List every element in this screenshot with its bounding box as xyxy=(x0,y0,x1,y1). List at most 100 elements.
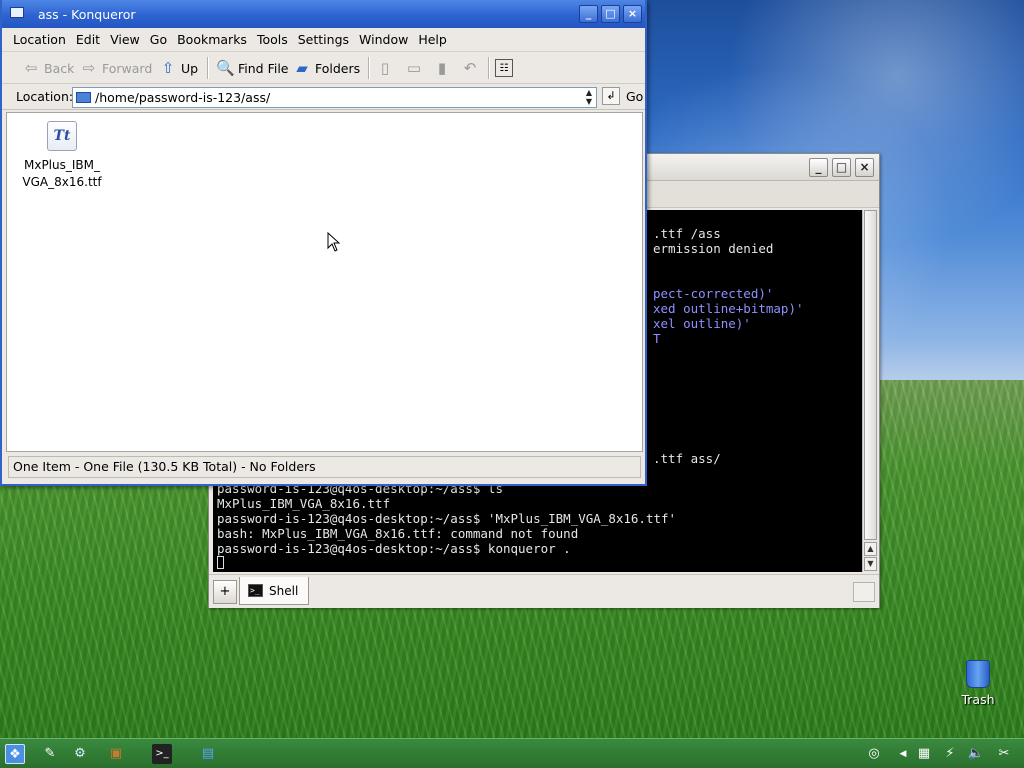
start-menu-icon[interactable]: ❖ xyxy=(5,744,25,764)
network-icon[interactable]: ⚡ xyxy=(940,744,960,764)
terminal-line: bash: MxPlus_IBM_VGA_8x16.ttf: command n… xyxy=(217,526,579,541)
find-file-button[interactable]: 🔍 Find File xyxy=(216,55,289,81)
folders-button[interactable]: ▰ Folders xyxy=(293,55,360,81)
back-label: Back xyxy=(44,60,75,76)
volume-icon[interactable]: 🔈 xyxy=(966,744,986,764)
terminal-line: xed outline+bitmap)' xyxy=(653,301,804,316)
up-label: Up xyxy=(181,60,199,76)
maximize-button[interactable]: □ xyxy=(601,5,620,23)
file-name-line: MxPlus_IBM_ xyxy=(23,158,100,172)
cut-icon: ▯ xyxy=(380,59,390,77)
forward-button[interactable]: ⇨ Forward xyxy=(80,55,153,81)
arrow-up-icon: ⇧ xyxy=(161,59,175,77)
cut-button[interactable]: ▯ xyxy=(376,55,394,81)
back-button[interactable]: ⇦ Back xyxy=(22,55,75,81)
terminal-line: ermission denied xyxy=(653,241,774,256)
menu-settings[interactable]: Settings xyxy=(293,32,354,47)
scrollbar-thumb[interactable] xyxy=(864,210,877,540)
find-file-label: Find File xyxy=(238,60,289,76)
close-button[interactable]: × xyxy=(623,5,642,23)
minimize-button[interactable]: _ xyxy=(809,158,828,177)
desktop-trash[interactable]: Trash xyxy=(954,660,1002,707)
magnifier-icon: 🔍 xyxy=(216,59,235,77)
history-dropdown-icon[interactable]: ▲ ▼ xyxy=(582,88,596,107)
new-tab-button[interactable]: + xyxy=(213,580,237,604)
file-name: MxPlus_IBM_ VGA_8x16.ttf xyxy=(20,157,104,191)
folder-icon xyxy=(76,92,91,103)
file-name-line: VGA_8x16.ttf xyxy=(22,175,102,189)
mouse-cursor-icon xyxy=(327,232,341,252)
menubar: Location Edit View Go Bookmarks Tools Se… xyxy=(2,28,645,52)
file-view[interactable]: Tt MxPlus_IBM_ VGA_8x16.ttf xyxy=(6,112,643,452)
scroll-down-icon[interactable]: ▼ xyxy=(864,557,877,571)
terminal-line: T xyxy=(653,331,661,346)
font-file-icon: Tt xyxy=(47,121,77,151)
menu-tools[interactable]: Tools xyxy=(252,32,293,47)
terminal-line: xel outline)' xyxy=(653,316,751,331)
menu-edit[interactable]: Edit xyxy=(71,32,105,47)
konqueror-titlebar[interactable]: ass - Konqueror _ □ × xyxy=(2,0,645,28)
file-item[interactable]: Tt MxPlus_IBM_ VGA_8x16.ttf xyxy=(17,121,107,191)
folder-icon xyxy=(10,7,24,18)
tray-arrow-icon[interactable]: ◀ xyxy=(893,744,913,764)
up-button[interactable]: ⇧ Up xyxy=(159,55,198,81)
undo-button[interactable]: ↶ xyxy=(461,55,479,81)
location-bar: Location: ▲▼ ↲ Go xyxy=(2,84,645,110)
view-mode-button[interactable]: ☷ xyxy=(495,55,513,81)
tab-shell[interactable]: >_ Shell xyxy=(239,577,309,605)
trash-button[interactable]: ▮ xyxy=(433,55,451,81)
terminal-line: MxPlus_IBM_VGA_8x16.ttf xyxy=(217,496,391,511)
cdrom-icon[interactable]: ◎ xyxy=(864,744,884,764)
undo-icon: ↶ xyxy=(463,59,477,77)
text-editor-icon[interactable]: ✎ xyxy=(40,744,60,764)
trash-icon: ▮ xyxy=(437,59,447,77)
close-tab-button[interactable] xyxy=(853,582,875,602)
terminal-line: .ttf /ass xyxy=(653,226,721,241)
close-button[interactable]: × xyxy=(855,158,874,177)
go-label: Go xyxy=(626,88,644,104)
trash-icon xyxy=(966,660,990,688)
settings-icon[interactable]: ⚙ xyxy=(70,744,90,764)
go-button[interactable]: ↲ Go xyxy=(602,87,643,105)
paste-button[interactable]: ▭ xyxy=(405,55,423,81)
toolbar-separator xyxy=(368,57,370,79)
folders-label: Folders xyxy=(315,60,361,76)
maximize-button[interactable]: □ xyxy=(832,158,851,177)
arrow-left-icon: ⇦ xyxy=(24,59,38,77)
tools-tray-icon[interactable]: ✂ xyxy=(994,744,1014,764)
home-folder-icon[interactable]: ▣ xyxy=(106,744,126,764)
tab-label: Shell xyxy=(269,583,299,598)
location-label: Location: xyxy=(16,89,74,104)
location-input[interactable] xyxy=(72,87,597,108)
forward-label: Forward xyxy=(102,60,153,76)
scroll-up-icon[interactable]: ▲ xyxy=(864,542,877,556)
folders-icon: ▰ xyxy=(296,59,308,77)
taskbar: ❖ ✎ ⚙ ▣ >_ ▤ ◎ ◀ ▦ ⚡ 🔈 ✂ xyxy=(0,738,1024,768)
menu-window[interactable]: Window xyxy=(354,32,413,47)
toolbar-separator xyxy=(488,57,490,79)
terminal-icon[interactable]: >_ xyxy=(152,744,172,764)
minimize-button[interactable]: _ xyxy=(579,5,598,23)
clipboard-tray-icon[interactable]: ▦ xyxy=(914,744,934,764)
terminal-line: password-is-123@q4os-desktop:~/ass$ konq… xyxy=(217,541,571,556)
menu-location[interactable]: Location xyxy=(8,32,71,47)
menu-view[interactable]: View xyxy=(105,32,145,47)
terminal-scrollbar[interactable]: ▲ ▼ xyxy=(862,210,878,572)
icon-view-icon: ☷ xyxy=(495,59,513,77)
menu-go[interactable]: Go xyxy=(145,32,172,47)
konqueror-icon[interactable]: ▤ xyxy=(198,744,218,764)
clipboard-icon: ▭ xyxy=(406,59,422,77)
menu-help[interactable]: Help xyxy=(413,32,452,47)
window-title: ass - Konqueror xyxy=(38,7,136,22)
toolbar-separator xyxy=(207,57,209,79)
terminal-line: .ttf ass/ xyxy=(653,451,721,466)
terminal-line: password-is-123@q4os-desktop:~/ass$ 'MxP… xyxy=(217,511,677,526)
main-toolbar: ⇦ Back ⇨ Forward ⇧ Up 🔍 Find File ▰ Fold… xyxy=(2,52,645,84)
status-bar: One Item - One File (130.5 KB Total) - N… xyxy=(8,456,641,478)
terminal-tabbar: + >_ Shell xyxy=(209,574,879,608)
terminal-cursor xyxy=(217,556,224,569)
menu-bookmarks[interactable]: Bookmarks xyxy=(172,32,252,47)
konqueror-window[interactable]: ass - Konqueror _ □ × Location Edit View… xyxy=(0,0,647,486)
trash-label: Trash xyxy=(961,692,995,707)
shell-icon: >_ xyxy=(248,584,263,597)
